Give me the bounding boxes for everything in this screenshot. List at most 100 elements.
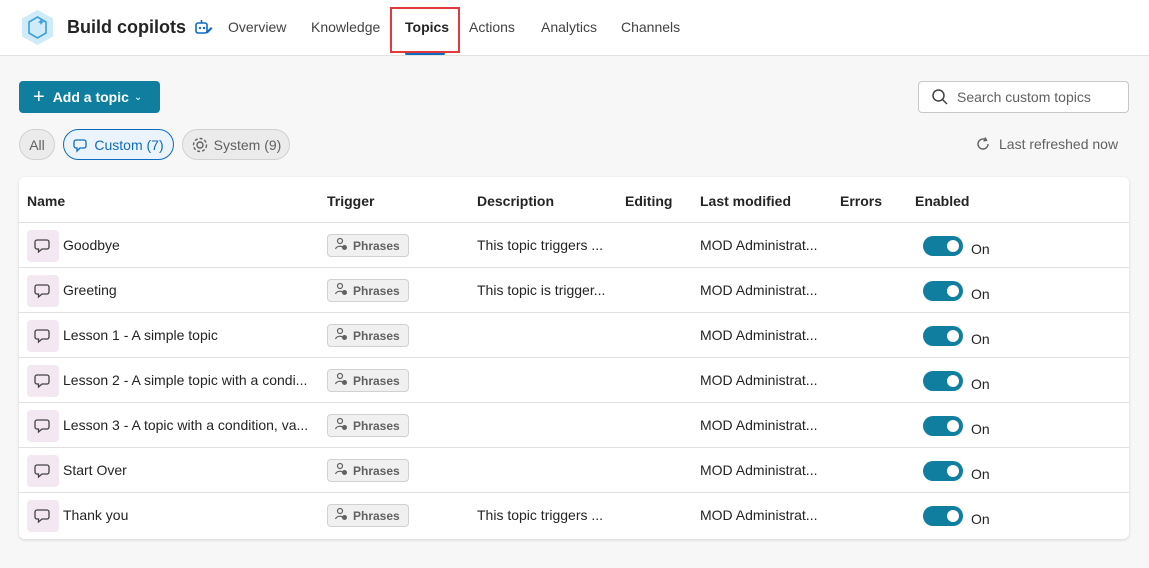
topic-name[interactable]: Goodbye [63, 237, 313, 253]
trigger-badge: Phrases [327, 324, 409, 347]
tab-knowledge[interactable]: Knowledge [311, 19, 380, 35]
table-row[interactable]: Lesson 1 - A simple topic Phrases MOD Admi… [19, 313, 1129, 358]
search-input[interactable] [957, 89, 1117, 105]
col-header-enabled[interactable]: Enabled [915, 193, 969, 209]
topic-last-modified: MOD Administrat... [700, 237, 818, 253]
enabled-toggle[interactable] [923, 326, 963, 346]
tab-overview[interactable]: Overview [228, 19, 286, 35]
col-header-description[interactable]: Description [477, 193, 554, 209]
enabled-label: On [971, 376, 990, 392]
topic-description: This topic triggers ... [477, 237, 604, 253]
tab-actions[interactable]: Actions [469, 19, 515, 35]
enabled-label: On [971, 331, 990, 347]
copilot-logo-icon [22, 10, 53, 45]
search-icon [932, 89, 948, 105]
trigger-label: Phrases [353, 508, 400, 523]
topic-last-modified: MOD Administrat... [700, 282, 818, 298]
filter-system-label: System (9) [213, 136, 282, 153]
chat-icon [73, 138, 88, 153]
enabled-toggle[interactable] [923, 371, 963, 391]
add-topic-button[interactable]: + Add a topic ⌄ [19, 81, 160, 113]
table-row[interactable]: Lesson 2 - A simple topic with a condi..… [19, 358, 1129, 403]
enabled-toggle[interactable] [923, 236, 963, 256]
topic-chat-icon [27, 275, 59, 307]
toggle-knob [947, 240, 959, 252]
app-title: Build copilots [67, 17, 186, 37]
enabled-toggle[interactable] [923, 281, 963, 301]
enabled-toggle[interactable] [923, 506, 963, 526]
trigger-badge: Phrases [327, 414, 409, 437]
toggle-knob [947, 375, 959, 387]
toggle-knob [947, 285, 959, 297]
tab-channels[interactable]: Channels [621, 19, 680, 35]
search-box[interactable] [918, 81, 1129, 113]
table-row[interactable]: Thank you Phrases This topic triggers ... M… [19, 493, 1129, 538]
enabled-label: On [971, 241, 990, 257]
topic-name[interactable]: Greeting [63, 282, 313, 298]
chevron-down-icon: ⌄ [133, 91, 143, 103]
phrases-icon [334, 462, 353, 479]
filter-all-label: All [29, 136, 45, 153]
enabled-label: On [971, 511, 990, 527]
col-header-editing[interactable]: Editing [625, 193, 672, 209]
topic-name[interactable]: Lesson 1 - A simple topic [63, 327, 313, 343]
filter-custom[interactable]: Custom (7) [63, 129, 174, 160]
topic-name[interactable]: Thank you [63, 507, 313, 523]
topic-last-modified: MOD Administrat... [700, 372, 818, 388]
trigger-label: Phrases [353, 463, 400, 478]
table-row[interactable]: Goodbye Phrases This topic triggers ... MOD… [19, 223, 1129, 268]
enabled-label: On [971, 286, 990, 302]
col-header-errors[interactable]: Errors [840, 193, 882, 209]
topic-description: This topic triggers ... [477, 507, 604, 523]
topic-chat-icon [27, 410, 59, 442]
table-row[interactable]: Greeting Phrases This topic is trigger... M… [19, 268, 1129, 313]
trigger-label: Phrases [353, 283, 400, 298]
enabled-toggle[interactable] [923, 461, 963, 481]
topic-name[interactable]: Start Over [63, 462, 313, 478]
gear-icon [192, 137, 207, 152]
filter-system[interactable]: System (9) [182, 129, 290, 160]
top-bar: Build copilots Overview Knowledge Topics… [0, 0, 1149, 56]
topic-last-modified: MOD Administrat... [700, 417, 818, 433]
col-header-trigger[interactable]: Trigger [327, 193, 374, 209]
bot-settings-icon[interactable] [193, 17, 213, 37]
phrases-icon [334, 327, 353, 344]
topic-chat-icon [27, 320, 59, 352]
trigger-badge: Phrases [327, 504, 409, 527]
highlight-annotation [390, 7, 460, 53]
trigger-label: Phrases [353, 373, 400, 388]
refresh-label: Last refreshed now [999, 136, 1119, 152]
col-header-last-modified[interactable]: Last modified [700, 193, 791, 209]
enabled-label: On [971, 421, 990, 437]
phrases-icon [334, 372, 353, 389]
col-header-name[interactable]: Name [27, 193, 65, 209]
topic-chat-icon [27, 455, 59, 487]
refresh-status[interactable]: Last refreshed now [975, 136, 1118, 152]
trigger-badge: Phrases [327, 234, 409, 257]
topic-name[interactable]: Lesson 2 - A simple topic with a condi..… [63, 372, 313, 388]
trigger-label: Phrases [353, 238, 400, 253]
topic-name[interactable]: Lesson 3 - A topic with a condition, va.… [63, 417, 313, 433]
topic-last-modified: MOD Administrat... [700, 507, 818, 523]
add-topic-label: Add a topic [52, 89, 129, 105]
plus-icon: + [33, 86, 45, 108]
trigger-label: Phrases [353, 418, 400, 433]
enabled-toggle[interactable] [923, 416, 963, 436]
enabled-label: On [971, 466, 990, 482]
topic-description: This topic is trigger... [477, 282, 606, 298]
phrases-icon [334, 507, 353, 524]
toggle-knob [947, 330, 959, 342]
filter-custom-label: Custom (7) [94, 136, 164, 153]
trigger-label: Phrases [353, 328, 400, 343]
topic-chat-icon [27, 365, 59, 397]
refresh-icon [977, 137, 989, 150]
phrases-icon [334, 417, 353, 434]
trigger-badge: Phrases [327, 279, 409, 302]
table-row[interactable]: Start Over Phrases MOD Administrat... On [19, 448, 1129, 493]
toggle-knob [947, 510, 959, 522]
trigger-badge: Phrases [327, 369, 409, 392]
tab-analytics[interactable]: Analytics [541, 19, 597, 35]
filter-all[interactable]: All [19, 129, 55, 160]
topic-last-modified: MOD Administrat... [700, 462, 818, 478]
table-row[interactable]: Lesson 3 - A topic with a condition, va.… [19, 403, 1129, 448]
